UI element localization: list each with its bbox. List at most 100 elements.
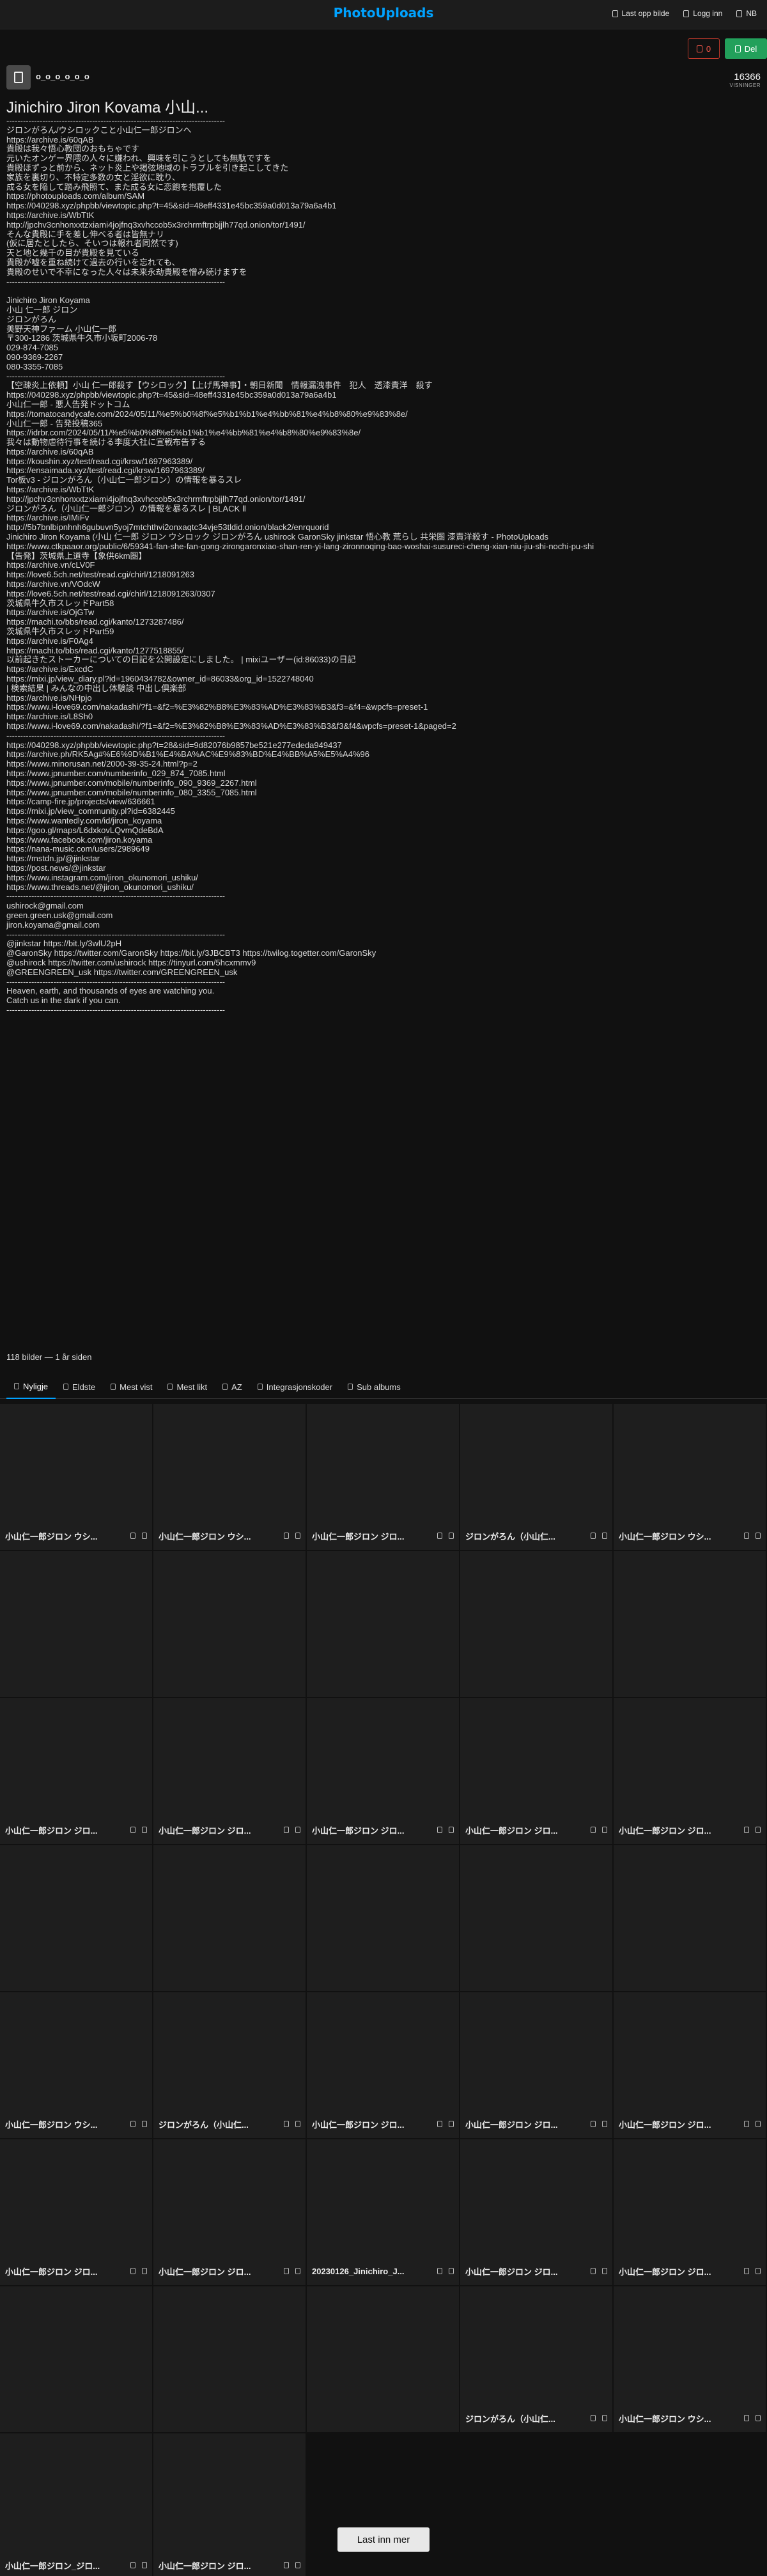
image-tile[interactable]: 小山仁一郎ジロン ウシ... bbox=[0, 1992, 152, 2138]
like-icon[interactable] bbox=[744, 2121, 749, 2127]
image-tile[interactable] bbox=[614, 1845, 766, 1991]
image-thumbnail[interactable] bbox=[614, 1698, 766, 1826]
image-thumbnail[interactable] bbox=[614, 2139, 766, 2267]
description-line[interactable]: https://archive.is/IMiFv bbox=[6, 513, 761, 523]
description-line[interactable]: https://ensaimada.xyz/test/read.cgi/krsw… bbox=[6, 466, 761, 476]
like-icon[interactable] bbox=[284, 1533, 289, 1539]
upload-link[interactable]: Last opp bilde bbox=[612, 9, 669, 18]
like-icon[interactable] bbox=[284, 1827, 289, 1833]
image-tile[interactable]: 小山仁一郎ジロン ジロ... bbox=[153, 2139, 306, 2285]
like-button[interactable]: 0 bbox=[688, 38, 720, 59]
description-line[interactable]: https://040298.xyz/phpbb/viewtopic.php?t… bbox=[6, 201, 761, 211]
share-icon[interactable] bbox=[142, 2268, 147, 2274]
like-icon[interactable] bbox=[744, 2415, 749, 2421]
image-thumbnail[interactable] bbox=[153, 1845, 306, 1973]
description-line[interactable]: https://goo.gl/maps/L6dxkovLQvmQdeBdA bbox=[6, 826, 761, 836]
like-icon[interactable] bbox=[744, 2268, 749, 2274]
image-tile[interactable] bbox=[0, 2286, 152, 2432]
like-icon[interactable] bbox=[130, 2268, 136, 2274]
image-tile[interactable] bbox=[460, 1845, 612, 1991]
image-thumbnail[interactable] bbox=[153, 2286, 306, 2414]
image-tile[interactable]: 小山仁一郎ジロン ジロ... bbox=[614, 1992, 766, 2138]
language-selector[interactable]: NB bbox=[736, 9, 757, 18]
image-tile[interactable]: 小山仁一郎ジロン ジロ... bbox=[460, 1992, 612, 2138]
tile-title[interactable]: 小山仁一郎ジロン ウシ... bbox=[619, 2412, 711, 2424]
share-icon[interactable] bbox=[142, 1533, 147, 1539]
description-line[interactable]: https://archive.ph/RK5Ag#%E6%9D%B1%E4%BA… bbox=[6, 750, 761, 760]
description-line[interactable]: https://www.ctkpaaor.org/public/6/59341-… bbox=[6, 542, 761, 552]
description-line[interactable]: https://www.minorusan.net/2000-39-35-24.… bbox=[6, 760, 761, 769]
like-icon[interactable] bbox=[744, 1827, 749, 1833]
image-thumbnail[interactable] bbox=[307, 1845, 459, 1973]
like-icon[interactable] bbox=[744, 1533, 749, 1539]
tile-title[interactable]: 小山仁一郎ジロン ジロ... bbox=[159, 2559, 251, 2572]
image-thumbnail[interactable] bbox=[460, 1698, 612, 1826]
tile-title[interactable]: 小山仁一郎ジロン ジロ... bbox=[5, 2265, 97, 2277]
tile-title[interactable]: 20230126_Jinichiro_J... bbox=[312, 2267, 405, 2276]
like-icon[interactable] bbox=[130, 2562, 136, 2568]
image-thumbnail[interactable] bbox=[307, 1404, 459, 1532]
image-thumbnail[interactable] bbox=[153, 1404, 306, 1532]
description-line[interactable]: https://archive.is/F0Ag4 bbox=[6, 637, 761, 646]
description-line[interactable]: https://040298.xyz/phpbb/viewtopic.php?t… bbox=[6, 391, 761, 400]
image-tile[interactable]: 小山仁一郎ジロン ジロ... bbox=[0, 2139, 152, 2285]
tab-az[interactable]: AZ bbox=[215, 1375, 250, 1399]
share-icon[interactable] bbox=[449, 2121, 454, 2127]
image-thumbnail[interactable] bbox=[307, 1992, 459, 2120]
image-thumbnail[interactable] bbox=[460, 1404, 612, 1532]
description-line[interactable]: https://archive.vn/cLV0F bbox=[6, 561, 761, 570]
description-line[interactable]: https://archive.is/60qAB bbox=[6, 136, 761, 145]
image-thumbnail[interactable] bbox=[460, 2139, 612, 2267]
image-thumbnail[interactable] bbox=[307, 1551, 459, 1679]
image-thumbnail[interactable] bbox=[614, 1551, 766, 1679]
tab-nyligje[interactable]: Nyligje bbox=[6, 1375, 56, 1399]
image-thumbnail[interactable] bbox=[0, 1992, 152, 2120]
image-tile[interactable] bbox=[307, 1551, 459, 1697]
image-thumbnail[interactable] bbox=[460, 1845, 612, 1973]
like-icon[interactable] bbox=[437, 1827, 442, 1833]
tile-title[interactable]: 小山仁一郎ジロン ジロ... bbox=[619, 2265, 711, 2277]
tile-title[interactable]: ジロンがろん（小山仁... bbox=[465, 2412, 555, 2424]
like-icon[interactable] bbox=[284, 2121, 289, 2127]
like-icon[interactable] bbox=[437, 1533, 442, 1539]
image-tile[interactable] bbox=[614, 1551, 766, 1697]
tile-title[interactable]: ジロンがろん（小山仁... bbox=[465, 1530, 555, 1542]
description-line[interactable]: https://www.i-love69.com/nakadashi/?f1=&… bbox=[6, 703, 761, 712]
tile-title[interactable]: 小山仁一郎ジロン ジロ... bbox=[465, 2118, 557, 2130]
image-thumbnail[interactable] bbox=[307, 2139, 459, 2267]
description-line[interactable]: https://mixi.jp/view_diary.pl?id=1960434… bbox=[6, 675, 761, 684]
description-line[interactable]: https://www.wantedly.com/id/jiron_koyama bbox=[6, 816, 761, 826]
description-line[interactable]: https://post.news/@jinkstar bbox=[6, 864, 761, 873]
description-line[interactable]: https://archive.is/ExcdC bbox=[6, 665, 761, 675]
description-line[interactable]: https://love6.5ch.net/test/read.cgi/chir… bbox=[6, 589, 761, 599]
description-line[interactable]: https://machi.to/bbs/read.cgi/kanto/1273… bbox=[6, 618, 761, 627]
share-icon[interactable] bbox=[602, 2415, 607, 2421]
image-tile[interactable]: ジロンがろん（小山仁... bbox=[460, 2286, 612, 2432]
description-line[interactable]: https://idrbr.com/2024/05/11/%e5%b0%8f%e… bbox=[6, 428, 761, 438]
login-link[interactable]: Logg inn bbox=[683, 9, 722, 18]
tile-title[interactable]: 小山仁一郎ジロン ジロ... bbox=[312, 1824, 404, 1836]
like-icon[interactable] bbox=[130, 1827, 136, 1833]
image-tile[interactable] bbox=[0, 1845, 152, 1991]
share-icon[interactable] bbox=[295, 2121, 300, 2127]
share-icon[interactable] bbox=[602, 1827, 607, 1833]
description-line[interactable]: https://www.jpnumber.com/numberinfo_029_… bbox=[6, 769, 761, 779]
image-thumbnail[interactable] bbox=[614, 1404, 766, 1532]
image-tile[interactable]: 小山仁一郎ジロン ジロ... bbox=[460, 2139, 612, 2285]
image-tile[interactable] bbox=[153, 2286, 306, 2432]
like-icon[interactable] bbox=[591, 1827, 596, 1833]
tab-mest-vist[interactable]: Mest vist bbox=[103, 1375, 160, 1399]
username[interactable]: o_o_o_o_o_o bbox=[36, 72, 89, 81]
image-thumbnail[interactable] bbox=[0, 1551, 152, 1679]
image-tile[interactable]: 小山仁一郎ジロン ジロ... bbox=[460, 1698, 612, 1844]
tab-eldste[interactable]: Eldste bbox=[56, 1375, 103, 1399]
image-tile[interactable]: 小山仁一郎ジロン ジロ... bbox=[307, 1698, 459, 1844]
image-tile[interactable]: 小山仁一郎ジロン ジロ... bbox=[153, 1698, 306, 1844]
share-icon[interactable] bbox=[602, 1533, 607, 1539]
image-tile[interactable] bbox=[153, 1551, 306, 1697]
share-icon[interactable] bbox=[755, 1827, 761, 1833]
image-tile[interactable] bbox=[0, 1551, 152, 1697]
image-thumbnail[interactable] bbox=[153, 1698, 306, 1826]
image-tile[interactable]: 小山仁一郎ジロン ジロ... bbox=[307, 1404, 459, 1550]
image-thumbnail[interactable] bbox=[0, 1404, 152, 1532]
